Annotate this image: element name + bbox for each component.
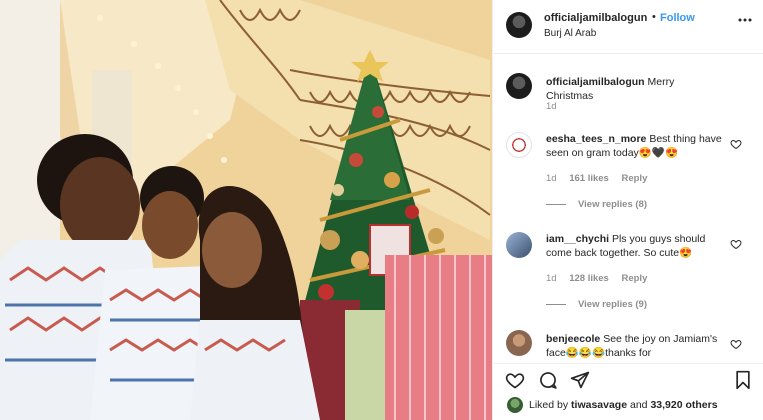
post-sidebar: officialjamilbalogun • Follow Burj Al Ar… — [492, 0, 763, 420]
view-replies-label: View replies (9) — [578, 299, 647, 310]
follow-button[interactable]: Follow — [660, 12, 695, 24]
family-christmas-photo — [0, 0, 492, 420]
likes-and: and — [630, 399, 648, 411]
author-avatar[interactable] — [506, 12, 532, 38]
comment-likes[interactable]: 128 likes — [569, 273, 609, 284]
liker-username[interactable]: tiwasavage — [571, 399, 627, 411]
heart-icon[interactable] — [730, 338, 742, 350]
view-replies-button[interactable]: View replies (8) — [546, 199, 647, 210]
location-link[interactable]: Burj Al Arab — [544, 28, 596, 39]
comments-list[interactable]: officialjamilbalogun Merry Christmas 1d … — [493, 55, 763, 363]
comment-meta: 1d 128 likes Reply — [546, 273, 657, 284]
comment-age: 1d — [546, 173, 557, 184]
reply-button[interactable]: Reply — [621, 173, 647, 184]
comment-age: 1d — [546, 273, 557, 284]
caption-meta: 1d — [546, 101, 567, 112]
comment-icon[interactable] — [538, 370, 558, 390]
post-actions — [493, 363, 763, 393]
post-header: officialjamilbalogun • Follow Burj Al Ar… — [493, 0, 763, 54]
commenter-avatar[interactable] — [506, 330, 532, 356]
replies-divider — [546, 303, 566, 305]
comment-username[interactable]: iam__chychi — [546, 233, 609, 245]
comment-meta: 1d 161 likes Reply — [546, 173, 657, 184]
post-photo[interactable] — [0, 0, 492, 420]
likes-others[interactable]: 33,920 others — [650, 399, 717, 411]
likes-summary: Liked by tiwasavage and 33,920 others — [493, 393, 763, 420]
comment-text: iam__chychi Pls you guys should come bac… — [546, 232, 724, 260]
view-replies-label: View replies (8) — [578, 199, 647, 210]
caption-text: officialjamilbalogun Merry Christmas — [546, 75, 724, 103]
reply-button[interactable]: Reply — [621, 273, 647, 284]
liker-avatar[interactable] — [507, 397, 523, 413]
caption-avatar[interactable] — [506, 73, 532, 99]
view-replies-button[interactable]: View replies (9) — [546, 299, 647, 310]
caption-age: 1d — [546, 101, 557, 112]
commenter-avatar[interactable] — [506, 132, 532, 158]
author-username[interactable]: officialjamilbalogun — [544, 12, 647, 24]
likes-text: Liked by tiwasavage and 33,920 others — [529, 399, 718, 411]
comment-username[interactable]: benjeecole — [546, 333, 600, 345]
heart-icon[interactable] — [505, 370, 525, 390]
bookmark-icon[interactable] — [733, 370, 753, 390]
replies-divider — [546, 203, 566, 205]
comment-text: eesha_tees_n_more Best thing have seen o… — [546, 132, 724, 160]
heart-icon[interactable] — [730, 238, 742, 250]
comment-username[interactable]: eesha_tees_n_more — [546, 133, 646, 145]
more-options-icon[interactable] — [737, 14, 753, 26]
likes-prefix: Liked by — [529, 399, 569, 411]
share-icon[interactable] — [570, 370, 590, 390]
caption-username[interactable]: officialjamilbalogun — [546, 76, 645, 88]
heart-icon[interactable] — [730, 138, 742, 150]
comment-likes[interactable]: 161 likes — [569, 173, 609, 184]
commenter-avatar[interactable] — [506, 232, 532, 258]
comment-text: benjeecole See the joy on Jamiam's face😂… — [546, 332, 724, 360]
separator-dot: • — [652, 11, 656, 23]
